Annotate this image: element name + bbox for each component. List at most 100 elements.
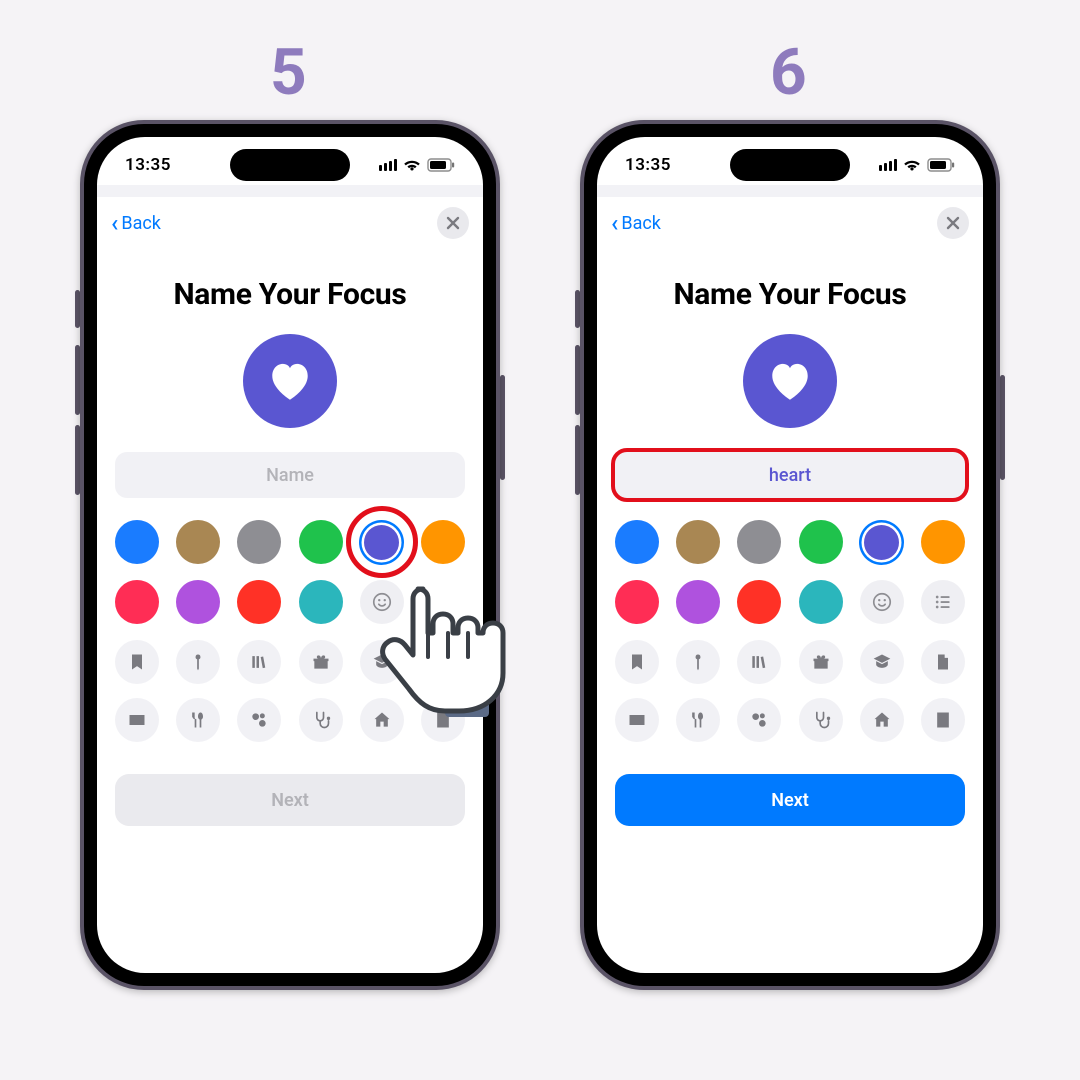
glyph-pills[interactable]: [737, 698, 781, 742]
next-label: Next: [771, 790, 809, 811]
focus-icon-preview: [243, 334, 337, 428]
color-swatch-blue[interactable]: [115, 520, 159, 564]
pills-icon: [249, 710, 269, 730]
heart-icon: [765, 356, 815, 406]
glyph-house[interactable]: [860, 698, 904, 742]
step-number: 6: [770, 35, 807, 110]
color-swatch-brown[interactable]: [676, 520, 720, 564]
color-swatch-teal[interactable]: [299, 580, 343, 624]
name-value: heart: [769, 465, 811, 486]
building-icon: [933, 710, 953, 730]
gift-icon: [811, 652, 831, 672]
pin-icon: [188, 652, 208, 672]
glyph-books[interactable]: [737, 640, 781, 684]
glyph-bookmark[interactable]: [115, 640, 159, 684]
glyph-grad[interactable]: [860, 640, 904, 684]
glyph-pin[interactable]: [676, 640, 720, 684]
glyph-building[interactable]: [421, 698, 465, 742]
glyph-gift[interactable]: [799, 640, 843, 684]
color-swatch-purple-selected[interactable]: [364, 525, 399, 560]
color-swatch-green[interactable]: [799, 520, 843, 564]
pills-icon: [749, 710, 769, 730]
battery-icon: [427, 158, 455, 172]
glyph-card[interactable]: [115, 698, 159, 742]
wifi-icon: [903, 158, 921, 172]
color-swatch-blue[interactable]: [615, 520, 659, 564]
back-button[interactable]: ‹ Back: [111, 211, 161, 235]
glyph-pin[interactable]: [176, 640, 220, 684]
smiley-icon: [871, 591, 893, 613]
name-input[interactable]: Name: [115, 452, 465, 498]
card-icon: [627, 710, 647, 730]
color-swatch-teal[interactable]: [799, 580, 843, 624]
back-label: Back: [121, 213, 161, 234]
color-swatch-violet[interactable]: [676, 580, 720, 624]
glyph-books[interactable]: [237, 640, 281, 684]
grad-icon: [872, 652, 892, 672]
file-icon: [933, 652, 953, 672]
color-swatch-gray[interactable]: [237, 520, 281, 564]
close-icon: [946, 216, 960, 230]
glyph-fork[interactable]: [676, 698, 720, 742]
color-swatch-violet[interactable]: [176, 580, 220, 624]
glyph-gift[interactable]: [299, 640, 343, 684]
battery-icon: [927, 158, 955, 172]
step-number: 5: [270, 35, 307, 110]
building-icon: [433, 710, 453, 730]
glyph-pills[interactable]: [237, 698, 281, 742]
glyph-file[interactable]: [421, 640, 465, 684]
dynamic-island: [730, 149, 850, 181]
glyph-grad[interactable]: [360, 640, 404, 684]
phone-mockup-6: 13:35 ‹ Back Name Your Focus: [580, 120, 1000, 990]
color-swatch-pink[interactable]: [115, 580, 159, 624]
emoji-button[interactable]: [860, 580, 904, 624]
glyph-house[interactable]: [360, 698, 404, 742]
glyph-fork[interactable]: [176, 698, 220, 742]
glyph-building[interactable]: [921, 698, 965, 742]
glyph-card[interactable]: [615, 698, 659, 742]
pin-icon: [688, 652, 708, 672]
page-title: Name Your Focus: [673, 277, 906, 312]
close-button[interactable]: [437, 207, 469, 239]
house-icon: [372, 710, 392, 730]
glyph-steth[interactable]: [299, 698, 343, 742]
chevron-left-icon: ‹: [611, 211, 618, 235]
fork-icon: [188, 710, 208, 730]
color-swatch-red[interactable]: [237, 580, 281, 624]
emoji-button[interactable]: [360, 580, 404, 624]
color-swatch-brown[interactable]: [176, 520, 220, 564]
color-row-1: [115, 520, 465, 564]
name-placeholder: Name: [266, 465, 314, 486]
back-button[interactable]: ‹ Back: [611, 211, 661, 235]
grad-icon: [372, 652, 392, 672]
glyph-row-2: [115, 698, 465, 742]
house-icon: [872, 710, 892, 730]
glyph-file[interactable]: [921, 640, 965, 684]
bookmark-icon: [627, 652, 647, 672]
status-time: 13:35: [625, 155, 671, 175]
glyph-steth[interactable]: [799, 698, 843, 742]
list-button[interactable]: [921, 580, 965, 624]
color-swatch-gray[interactable]: [737, 520, 781, 564]
name-input[interactable]: heart: [615, 452, 965, 498]
color-swatch-pink[interactable]: [615, 580, 659, 624]
steth-icon: [311, 710, 331, 730]
gift-icon: [311, 652, 331, 672]
glyph-row-1: [615, 640, 965, 684]
back-label: Back: [621, 213, 661, 234]
glyph-row-1: [115, 640, 465, 684]
color-swatch-purple-selected[interactable]: [864, 525, 899, 560]
focus-icon-preview: [743, 334, 837, 428]
dynamic-island: [230, 149, 350, 181]
glyph-row-2: [615, 698, 965, 742]
next-button[interactable]: Next: [615, 774, 965, 826]
color-swatch-orange[interactable]: [421, 520, 465, 564]
color-swatch-green[interactable]: [299, 520, 343, 564]
color-swatch-red[interactable]: [737, 580, 781, 624]
glyph-bookmark[interactable]: [615, 640, 659, 684]
color-swatch-orange[interactable]: [921, 520, 965, 564]
close-button[interactable]: [937, 207, 969, 239]
page-title: Name Your Focus: [173, 277, 406, 312]
next-button[interactable]: Next: [115, 774, 465, 826]
smiley-icon: [371, 591, 393, 613]
